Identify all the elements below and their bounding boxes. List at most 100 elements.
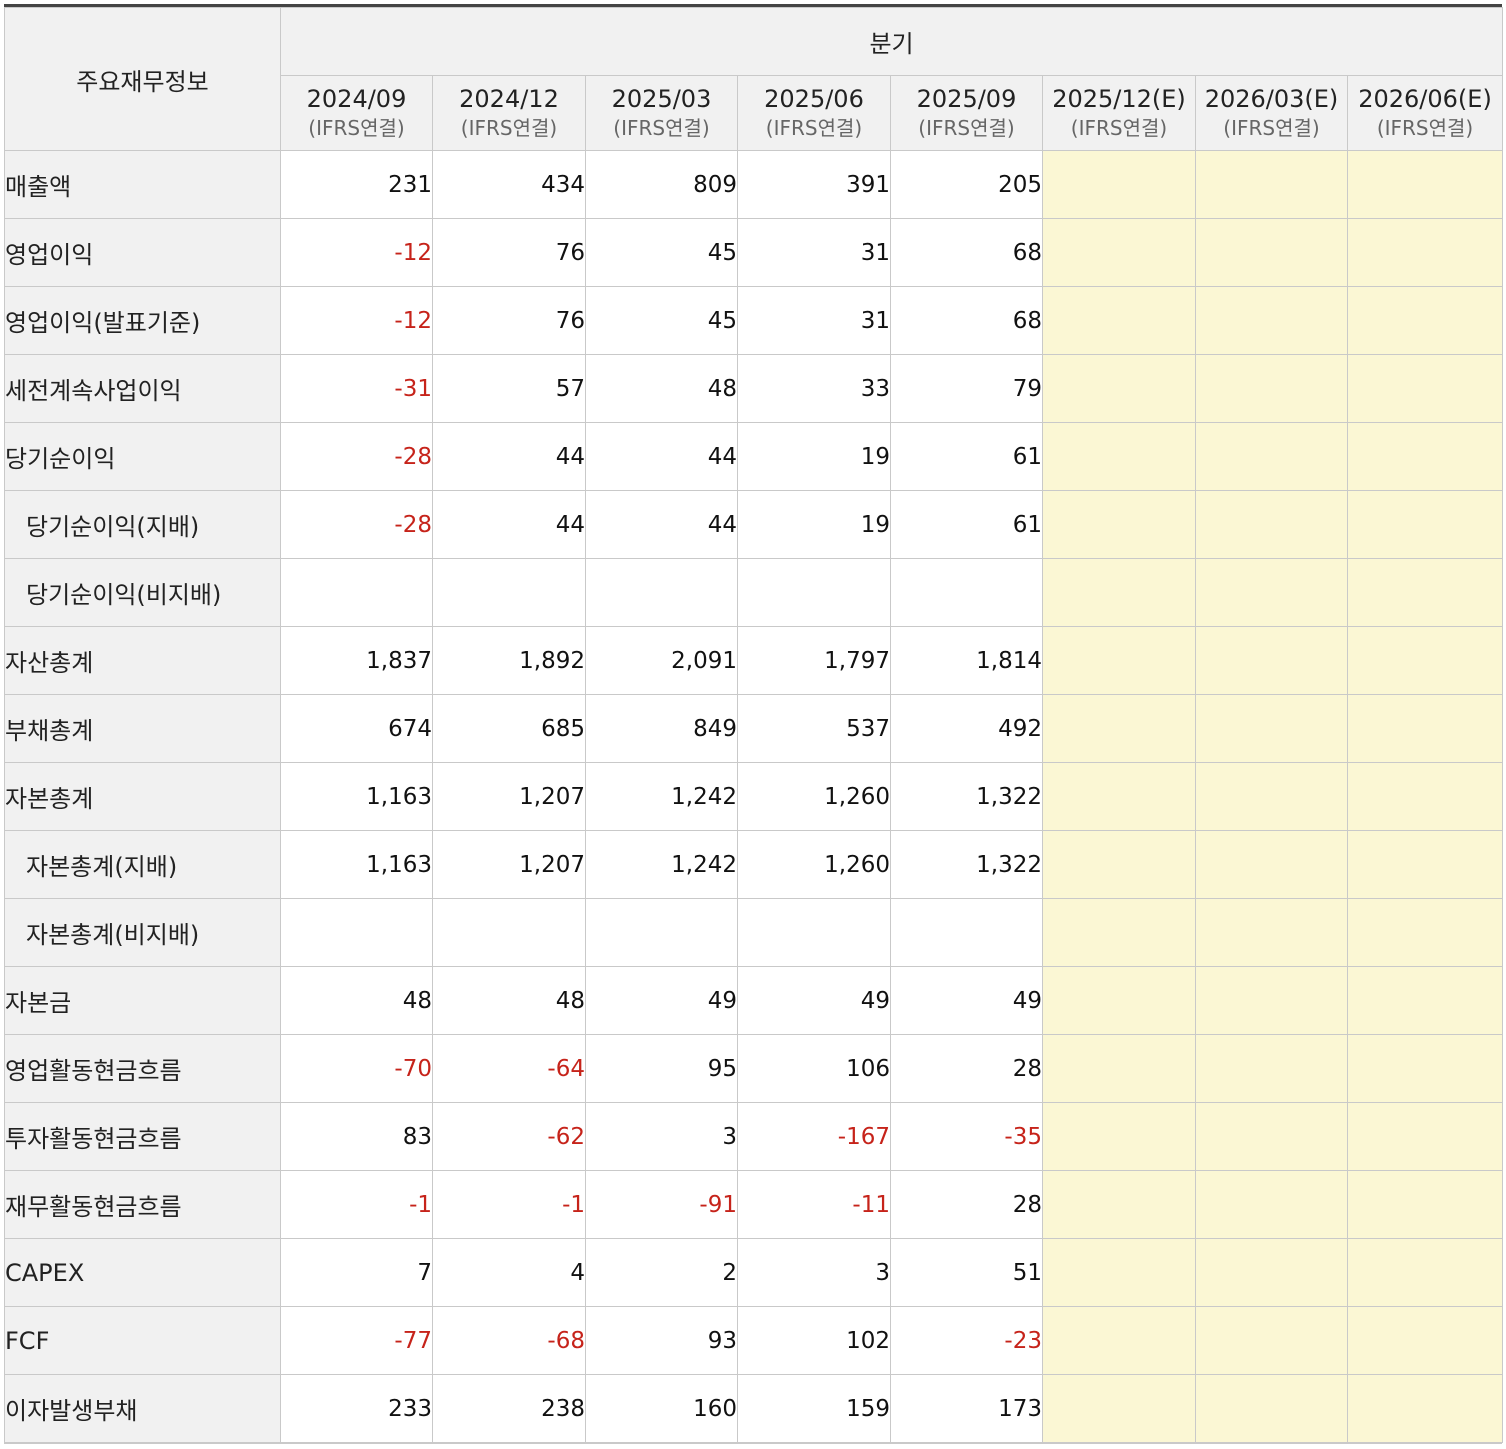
- table-row: FCF -77 -68 93 102 -23: [4, 1306, 1504, 1375]
- value-cell: -91: [585, 1170, 738, 1239]
- estimate-cell: [1195, 762, 1348, 831]
- period-basis: (IFRS연결): [613, 116, 710, 140]
- estimate-cell: [1346, 694, 1504, 763]
- row-label: 이자발생부채: [4, 1374, 281, 1443]
- value-cell: 19: [737, 422, 891, 491]
- table-row: 자본총계(지배) 1,163 1,207 1,242 1,260 1,322: [4, 830, 1504, 899]
- value-cell: 68: [890, 286, 1043, 355]
- value-cell: 102: [737, 1306, 891, 1375]
- row-label: 매출액: [4, 150, 281, 219]
- value-cell: 4: [432, 1238, 586, 1307]
- estimate-cell: [1346, 830, 1504, 899]
- value-cell: 1,207: [432, 830, 586, 899]
- value-cell: 48: [280, 966, 433, 1035]
- value-cell: 160: [585, 1374, 738, 1443]
- estimate-cell: [1195, 490, 1348, 559]
- value-cell: 44: [585, 422, 738, 491]
- table-row: 당기순이익(비지배): [4, 558, 1504, 627]
- estimate-cell: [1195, 1170, 1348, 1239]
- estimate-cell: [1195, 150, 1348, 219]
- row-label: FCF: [4, 1306, 281, 1375]
- value-cell: 93: [585, 1306, 738, 1375]
- estimate-cell: [1346, 422, 1504, 491]
- period-basis: (IFRS연결): [460, 116, 558, 140]
- value-cell: 1,260: [737, 830, 891, 899]
- value-cell: [890, 558, 1043, 627]
- value-cell: -68: [432, 1306, 586, 1375]
- period-header: 2024/12 (IFRS연결): [432, 75, 586, 151]
- header-row-group: 주요재무정보 분기: [4, 7, 1504, 151]
- row-label: 영업활동현금흐름: [4, 1034, 281, 1103]
- value-cell: 68: [890, 218, 1043, 287]
- table-row: 세전계속사업이익 -31 57 48 33 79: [4, 354, 1504, 423]
- row-label: 세전계속사업이익: [4, 354, 281, 423]
- table-row: 자본금 48 48 49 49 49: [4, 966, 1504, 1035]
- estimate-cell: [1346, 1034, 1504, 1103]
- value-cell: -1: [432, 1170, 586, 1239]
- value-cell: 44: [585, 490, 738, 559]
- value-cell: 809: [585, 150, 738, 219]
- period-header: 2025/06 (IFRS연결): [737, 75, 891, 151]
- value-cell: 1,207: [432, 762, 586, 831]
- estimate-cell: [1042, 150, 1196, 219]
- estimate-cell: [1346, 1102, 1504, 1171]
- value-cell: 1,163: [280, 762, 433, 831]
- value-cell: 674: [280, 694, 433, 763]
- row-label: 당기순이익(지배): [4, 490, 281, 559]
- row-label: 자본총계(지배): [4, 830, 281, 899]
- estimate-cell: [1346, 1238, 1504, 1307]
- period-label: 2026/03(E): [1204, 85, 1339, 113]
- value-cell: 61: [890, 490, 1043, 559]
- estimate-cell: [1195, 286, 1348, 355]
- estimate-cell: [1042, 626, 1196, 695]
- value-cell: [585, 558, 738, 627]
- estimate-cell: [1346, 558, 1504, 627]
- estimate-cell: [1042, 558, 1196, 627]
- value-cell: 48: [432, 966, 586, 1035]
- value-cell: 45: [585, 286, 738, 355]
- financial-table: 주요재무정보 분기 2024/09 (IFRS연결) 2024/12 (IFRS연결)…: [4, 7, 1504, 1443]
- period-label: 2025/03: [611, 85, 712, 113]
- estimate-cell: [1195, 1102, 1348, 1171]
- estimate-cell: [1042, 286, 1196, 355]
- value-cell: 849: [585, 694, 738, 763]
- value-cell: -167: [737, 1102, 891, 1171]
- value-cell: 1,814: [890, 626, 1043, 695]
- period-label: 2025/12(E): [1052, 85, 1186, 113]
- table-body: 매출액 231 434 809 391 205 영업이익 -12 76 45 31 68 영업이익(발표…: [4, 150, 1504, 1443]
- value-cell: 492: [890, 694, 1043, 763]
- estimate-cell: [1042, 1102, 1196, 1171]
- estimate-cell: [1195, 966, 1348, 1035]
- value-cell: 31: [737, 218, 891, 287]
- estimate-cell: [1346, 1374, 1504, 1443]
- row-label: 자산총계: [4, 626, 281, 695]
- table-row: 영업활동현금흐름 -70 -64 95 106 28: [4, 1034, 1504, 1103]
- table-row: 재무활동현금흐름 -1 -1 -91 -11 28: [4, 1170, 1504, 1239]
- estimate-cell: [1195, 1374, 1348, 1443]
- period-label: 2024/12: [459, 85, 559, 113]
- value-cell: 106: [737, 1034, 891, 1103]
- period-label: 2025/09: [916, 85, 1017, 113]
- table-row: CAPEX 7 4 2 3 51: [4, 1238, 1504, 1307]
- estimate-cell: [1042, 830, 1196, 899]
- estimate-cell: [1346, 966, 1504, 1035]
- table-row: 영업이익(발표기준) -12 76 45 31 68: [4, 286, 1504, 355]
- estimate-cell: [1042, 762, 1196, 831]
- value-cell: 31: [737, 286, 891, 355]
- value-cell: -23: [890, 1306, 1043, 1375]
- estimate-cell: [1195, 898, 1348, 967]
- period-basis: (IFRS연결): [1070, 116, 1168, 140]
- value-cell: [737, 898, 891, 967]
- value-cell: 76: [432, 218, 586, 287]
- value-cell: 57: [432, 354, 586, 423]
- estimate-cell: [1042, 898, 1196, 967]
- period-header: 2026/03(E) (IFRS연결): [1195, 75, 1348, 151]
- value-cell: [432, 898, 586, 967]
- value-cell: 44: [432, 422, 586, 491]
- value-cell: -35: [890, 1102, 1043, 1171]
- value-cell: -11: [737, 1170, 891, 1239]
- estimate-cell: [1346, 490, 1504, 559]
- value-cell: -12: [280, 286, 433, 355]
- value-cell: 1,322: [890, 830, 1043, 899]
- estimate-cell: [1195, 422, 1348, 491]
